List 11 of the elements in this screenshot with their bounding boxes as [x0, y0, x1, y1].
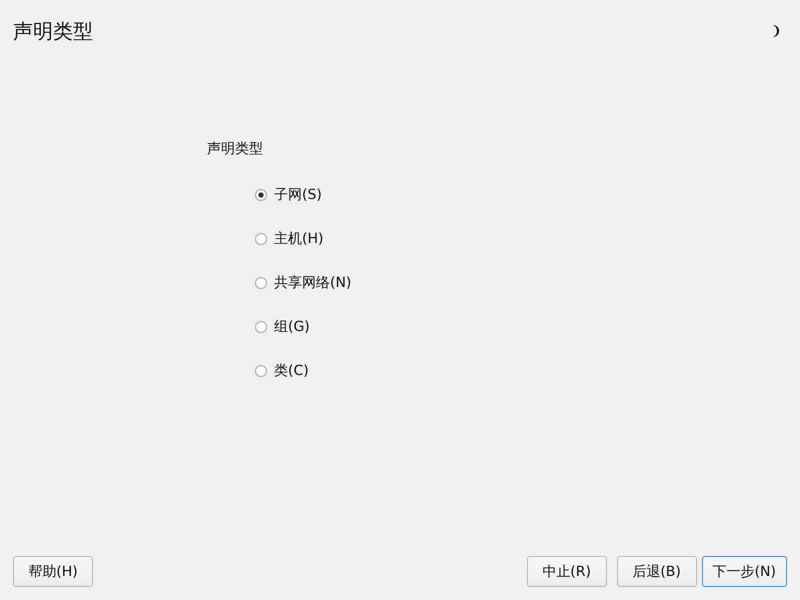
wizard-button[interactable]: 帮助(H) — [13, 556, 93, 587]
radio-option[interactable]: 共享网络(N) — [255, 274, 352, 292]
group-label: 声明类型 — [207, 140, 264, 158]
wizard-button[interactable]: 下一步(N) — [702, 556, 787, 587]
wizard-button[interactable]: 后退(B) — [616, 556, 697, 587]
radio-option[interactable]: 子网(S) — [255, 186, 322, 204]
wizard-button[interactable]: 中止(R) — [526, 556, 607, 587]
radio-option[interactable]: 类(C) — [255, 362, 309, 380]
radio-option[interactable]: 组(G) — [255, 318, 310, 336]
window-title: 声明类型 — [13, 18, 93, 44]
radio-option[interactable]: 主机(H) — [255, 230, 324, 248]
